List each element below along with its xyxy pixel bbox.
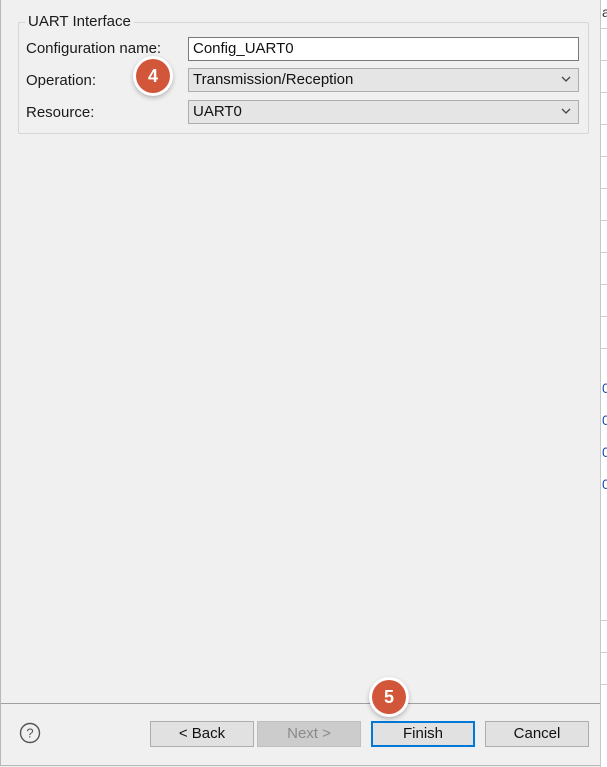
resource-selected-value: UART0: [193, 103, 242, 120]
operation-selected-value: Transmission/Reception: [193, 71, 354, 88]
background-text-fragment: 0: [602, 444, 607, 460]
new-configuration-dialog: UART Interface Configuration name: Confi…: [0, 0, 602, 766]
background-divider: [601, 316, 607, 317]
background-divider: [601, 252, 607, 253]
group-title: UART Interface: [25, 13, 134, 30]
background-divider: [601, 60, 607, 61]
background-divider: [601, 652, 607, 653]
background-divider: [601, 188, 607, 189]
background-divider: [601, 348, 607, 349]
chevron-down-icon: [561, 108, 571, 114]
operation-select[interactable]: Transmission/Reception: [188, 68, 579, 92]
help-icon[interactable]: ?: [19, 722, 41, 744]
background-text-fragment: 0: [602, 380, 607, 396]
resource-label: Resource:: [26, 104, 95, 121]
background-divider: [601, 220, 607, 221]
background-window-edge: a 0 0 0 0: [600, 0, 607, 767]
finish-button[interactable]: Finish: [371, 721, 475, 747]
cancel-button[interactable]: Cancel: [485, 721, 589, 747]
back-button[interactable]: < Back: [150, 721, 254, 747]
background-divider: [601, 156, 607, 157]
background-divider: [601, 284, 607, 285]
step-5-badge: 5: [372, 680, 406, 714]
operation-label: Operation:: [26, 72, 97, 89]
chevron-down-icon: [561, 76, 571, 82]
svg-text:?: ?: [26, 726, 33, 741]
step-4-badge: 4: [136, 59, 170, 93]
background-text-fragment: 0: [602, 476, 607, 492]
background-text-fragment: a: [602, 4, 607, 20]
config-name-input[interactable]: Config_UART0: [188, 37, 579, 61]
background-divider: [601, 28, 607, 29]
background-divider: [601, 684, 607, 685]
background-text-fragment: 0: [602, 412, 607, 428]
config-name-label: Configuration name:: [26, 40, 162, 57]
resource-select[interactable]: UART0: [188, 100, 579, 124]
button-bar-separator: [1, 703, 602, 704]
background-divider: [601, 620, 607, 621]
background-divider: [601, 124, 607, 125]
next-button[interactable]: Next >: [257, 721, 361, 747]
background-divider: [601, 92, 607, 93]
